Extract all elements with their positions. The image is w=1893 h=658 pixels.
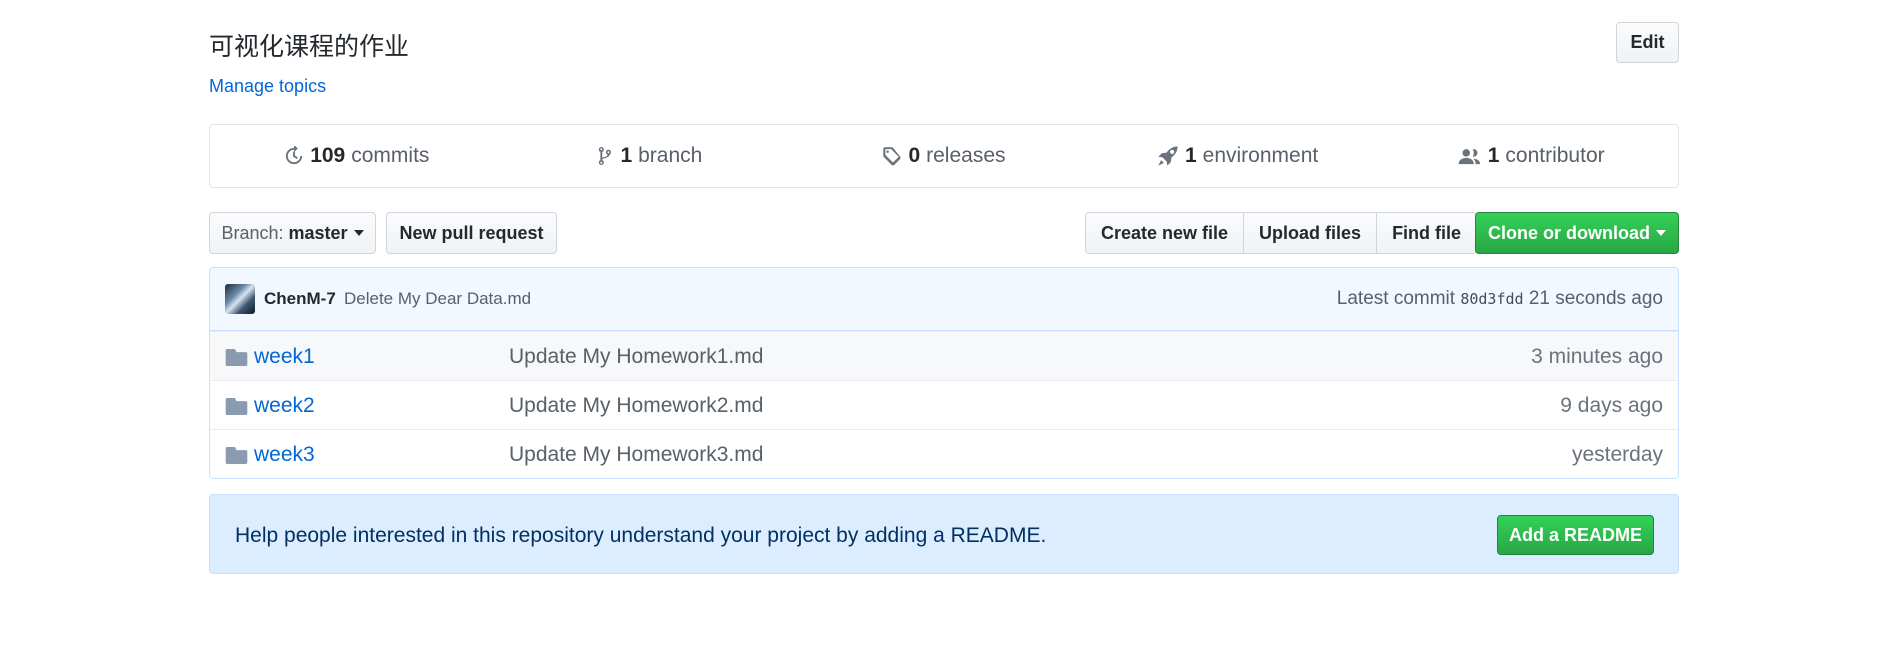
edit-description-button[interactable]: Edit bbox=[1616, 22, 1679, 63]
contributors-count-link[interactable]: 1 contributor bbox=[1384, 144, 1678, 168]
numbers-summary: 109 commits 1 branch 0 releases 1 enviro… bbox=[209, 124, 1679, 188]
readme-prompt: Help people interested in this repositor… bbox=[209, 494, 1679, 574]
file-commit-message[interactable]: Update My Homework2.md bbox=[509, 394, 763, 418]
file-list: ChenM-7 Delete My Dear Data.md Latest co… bbox=[209, 267, 1679, 479]
manage-topics-link[interactable]: Manage topics bbox=[209, 76, 326, 97]
commits-count: 109 bbox=[310, 144, 346, 167]
commit-message-link[interactable]: Delete My Dear Data.md bbox=[344, 289, 531, 309]
latest-commit-bar: ChenM-7 Delete My Dear Data.md Latest co… bbox=[210, 268, 1678, 331]
branches-label: branch bbox=[638, 144, 703, 167]
file-commit-message[interactable]: Update My Homework1.md bbox=[509, 345, 763, 369]
branches-count: 1 bbox=[620, 144, 633, 167]
people-icon bbox=[1458, 149, 1480, 165]
table-row[interactable]: week3 Update My Homework3.md yesterday bbox=[210, 429, 1678, 478]
file-actions-group: Create new file Upload files Find file bbox=[1085, 212, 1478, 254]
history-icon bbox=[286, 146, 303, 165]
environments-label: environment bbox=[1202, 144, 1319, 167]
contributors-count: 1 bbox=[1487, 144, 1500, 167]
add-readme-button[interactable]: Add a README bbox=[1497, 515, 1654, 555]
tag-icon bbox=[883, 147, 901, 166]
clone-label: Clone or download bbox=[1488, 222, 1650, 243]
releases-count: 0 bbox=[908, 144, 921, 167]
repo-description: 可视化课程的作业 bbox=[209, 32, 410, 61]
file-age: 3 minutes ago bbox=[1531, 345, 1663, 368]
find-file-button[interactable]: Find file bbox=[1377, 213, 1477, 253]
table-row[interactable]: week2 Update My Homework2.md 9 days ago bbox=[210, 380, 1678, 429]
branch-icon bbox=[599, 147, 612, 165]
folder-icon bbox=[225, 398, 248, 415]
table-row[interactable]: week1 Update My Homework1.md 3 minutes a… bbox=[210, 331, 1678, 380]
new-pull-request-button[interactable]: New pull request bbox=[386, 212, 557, 254]
caret-down-icon bbox=[1656, 230, 1666, 236]
folder-icon bbox=[225, 447, 248, 464]
branch-prefix: Branch: bbox=[221, 222, 284, 243]
file-age: 9 days ago bbox=[1560, 394, 1663, 417]
branch-name: master bbox=[288, 222, 348, 243]
clone-or-download-button[interactable]: Clone or download bbox=[1475, 212, 1679, 254]
commit-sha-link[interactable]: 80d3fdd bbox=[1460, 290, 1523, 308]
commits-label: commits bbox=[351, 144, 430, 167]
environments-count-link[interactable]: 1 environment bbox=[1091, 144, 1385, 168]
commits-count-link[interactable]: 109 commits bbox=[210, 144, 504, 168]
releases-count-link[interactable]: 0 releases bbox=[797, 144, 1091, 168]
caret-down-icon bbox=[353, 230, 364, 236]
avatar[interactable] bbox=[225, 284, 255, 314]
commit-author-link[interactable]: ChenM-7 bbox=[264, 289, 336, 309]
branches-count-link[interactable]: 1 branch bbox=[504, 144, 798, 168]
releases-label: releases bbox=[926, 144, 1006, 167]
readme-prompt-text: Help people interested in this repositor… bbox=[235, 524, 1047, 547]
contributors-label: contributor bbox=[1505, 144, 1605, 167]
file-age: yesterday bbox=[1571, 443, 1663, 466]
file-name-link[interactable]: week2 bbox=[254, 394, 315, 418]
branch-select-button[interactable]: Branch: master bbox=[209, 212, 376, 254]
folder-icon bbox=[225, 349, 248, 366]
repo-description-row: 可视化课程的作业 Edit bbox=[209, 22, 1679, 66]
upload-files-button[interactable]: Upload files bbox=[1244, 213, 1378, 253]
environments-count: 1 bbox=[1184, 144, 1197, 167]
commit-age: 21 seconds ago bbox=[1528, 288, 1663, 309]
file-name-link[interactable]: week1 bbox=[254, 345, 315, 369]
file-navigation: Branch: master New pull request Create n… bbox=[209, 212, 1679, 254]
create-new-file-button[interactable]: Create new file bbox=[1086, 213, 1245, 253]
rocket-icon bbox=[1158, 146, 1178, 166]
file-commit-message[interactable]: Update My Homework3.md bbox=[509, 443, 763, 467]
file-name-link[interactable]: week3 bbox=[254, 443, 315, 467]
latest-commit-info: Latest commit 80d3fdd 21 seconds ago bbox=[1337, 288, 1663, 310]
latest-commit-label: Latest commit bbox=[1336, 288, 1456, 309]
